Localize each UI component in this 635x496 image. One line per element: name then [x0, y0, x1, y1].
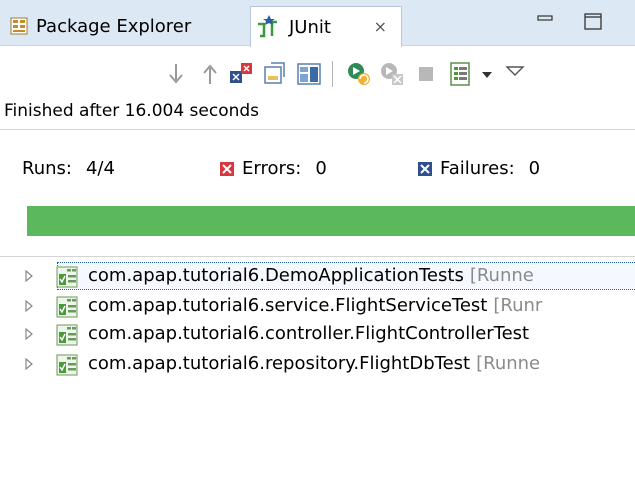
test-runner-label: [Runne	[476, 353, 541, 374]
test-suite-passed-icon	[56, 296, 78, 318]
progress-fill	[27, 206, 635, 236]
junit-toolbar	[0, 47, 635, 99]
failures-label: Failures:	[440, 158, 515, 179]
failures-counter: Failures: 0	[418, 158, 540, 179]
test-runner-label: [Runne	[469, 265, 534, 286]
history-dropdown-icon[interactable]	[474, 61, 500, 87]
expand-icon[interactable]	[24, 270, 34, 282]
test-row[interactable]: com.apap.tutorial6.service.FlightService…	[0, 291, 635, 321]
rerun-icon[interactable]	[346, 61, 372, 87]
tab-package-explorer-label: Package Explorer	[36, 15, 192, 37]
show-failures-only-icon[interactable]	[228, 61, 254, 87]
test-row[interactable]: com.apap.tutorial6.DemoApplicationTests[…	[0, 261, 635, 291]
test-name: com.apap.tutorial6.controller.FlightCont…	[88, 323, 530, 344]
failures-value: 0	[528, 158, 541, 179]
previous-failure-icon[interactable]	[197, 61, 223, 87]
test-name: com.apap.tutorial6.service.FlightService…	[88, 295, 488, 316]
tab-junit-label: JUnit	[289, 16, 331, 38]
layout-icon[interactable]	[296, 61, 322, 87]
junit-icon	[258, 15, 277, 38]
maximize-icon[interactable]	[582, 10, 604, 32]
runs-label: Runs:	[22, 158, 72, 179]
divider	[0, 129, 635, 130]
tab-package-explorer[interactable]: Package Explorer	[4, 6, 248, 46]
failure-icon	[418, 161, 432, 176]
next-failure-icon[interactable]	[163, 61, 189, 87]
errors-value: 0	[315, 158, 327, 179]
test-name: com.apap.tutorial6.repository.FlightDbTe…	[88, 353, 471, 374]
expand-icon[interactable]	[24, 328, 34, 340]
test-suite-passed-icon	[56, 324, 78, 346]
close-tab-icon[interactable]: ⨯	[374, 17, 387, 36]
test-counters: Runs: 4/4 Errors: 0 Failures: 0	[0, 148, 635, 188]
history-icon[interactable]	[447, 61, 473, 87]
status-message: Finished after 16.004 seconds	[4, 101, 260, 121]
expand-icon[interactable]	[24, 358, 34, 370]
test-row[interactable]: com.apap.tutorial6.controller.FlightCont…	[0, 319, 635, 349]
rerun-failed-icon[interactable]	[379, 61, 405, 87]
test-row[interactable]: com.apap.tutorial6.repository.FlightDbTe…	[0, 349, 635, 379]
view-tab-bar: Package Explorer JUnit ⨯	[0, 0, 635, 47]
view-menu-icon[interactable]	[502, 61, 528, 87]
package-explorer-icon	[10, 17, 28, 35]
runs-counter: Runs: 4/4	[22, 158, 115, 179]
test-tree[interactable]: com.apap.tutorial6.DemoApplicationTests[…	[0, 256, 635, 496]
scroll-lock-icon[interactable]	[262, 61, 288, 87]
expand-icon[interactable]	[24, 300, 34, 312]
error-icon	[220, 161, 234, 176]
errors-counter: Errors: 0	[220, 158, 327, 179]
runs-value: 4/4	[85, 158, 115, 179]
stop-icon[interactable]	[413, 61, 439, 87]
test-runner-label: [Runr	[493, 295, 543, 316]
errors-label: Errors:	[242, 158, 302, 179]
test-name: com.apap.tutorial6.DemoApplicationTests	[88, 265, 464, 286]
test-suite-passed-icon	[56, 354, 78, 376]
tab-junit[interactable]: JUnit ⨯	[250, 6, 402, 47]
toolbar-separator	[332, 61, 333, 87]
minimize-icon[interactable]	[534, 10, 556, 32]
progress-bar	[27, 206, 635, 236]
test-suite-passed-icon	[56, 266, 78, 288]
